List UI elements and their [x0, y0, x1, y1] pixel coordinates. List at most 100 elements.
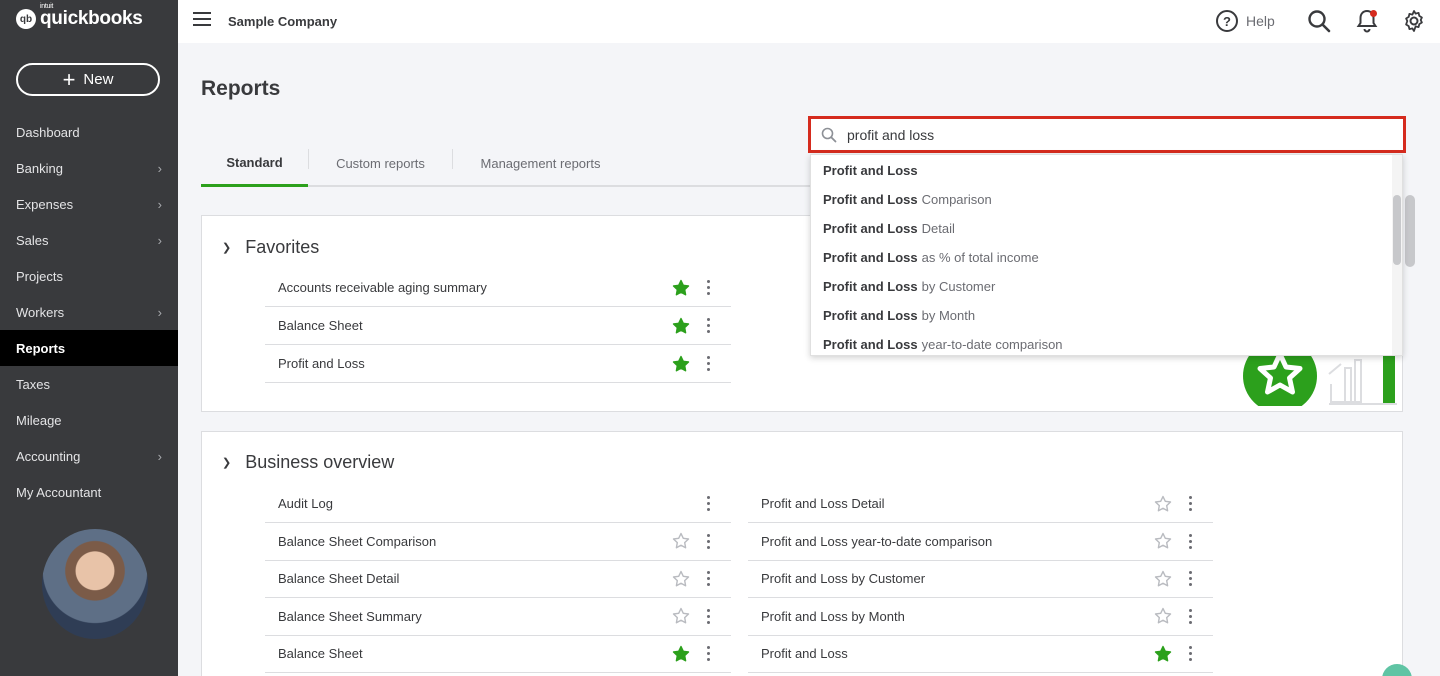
- report-link[interactable]: Balance Sheet: [265, 646, 671, 661]
- report-link[interactable]: Balance Sheet: [265, 318, 671, 333]
- tab-standard[interactable]: Standard: [201, 140, 308, 187]
- more-icon[interactable]: [701, 533, 715, 549]
- report-link[interactable]: Profit and Loss: [265, 356, 671, 371]
- search-result-suffix: by Month: [921, 308, 976, 323]
- sidebar-item-reports[interactable]: Reports: [0, 330, 178, 366]
- business-overview-header[interactable]: ❯ Business overview: [222, 452, 394, 473]
- favorites-header[interactable]: ❯ Favorites: [222, 237, 319, 258]
- report-row[interactable]: Audit Log: [265, 485, 731, 523]
- report-link[interactable]: Balance Sheet Detail: [265, 571, 671, 586]
- caret-down-icon: ❯: [222, 242, 232, 254]
- quickbooks-logo[interactable]: qb intuit quickbooks: [16, 3, 143, 30]
- more-icon[interactable]: [1183, 571, 1197, 587]
- gear-icon[interactable]: [1401, 8, 1427, 34]
- search-result-item[interactable]: Profit and Loss Detail: [811, 214, 1402, 243]
- star-icon[interactable]: [671, 644, 691, 664]
- star-icon[interactable]: [1153, 606, 1173, 626]
- sidebar-item-banking[interactable]: Banking ›: [0, 150, 178, 186]
- new-button[interactable]: + New: [16, 63, 160, 96]
- report-link[interactable]: Profit and Loss by Customer: [748, 571, 1153, 586]
- report-row[interactable]: Profit and Loss Detail: [748, 485, 1213, 523]
- tab-management-reports[interactable]: Management reports: [453, 140, 628, 187]
- report-row[interactable]: Profit and Loss year-to-date comparison: [748, 523, 1213, 561]
- search-result-suffix: Comparison: [921, 192, 992, 207]
- report-link[interactable]: Profit and Loss Detail: [748, 496, 1153, 511]
- page-scrollbar[interactable]: [1405, 195, 1415, 267]
- sidebar-item-label: Banking: [16, 160, 63, 176]
- report-row[interactable]: Profit and Loss by Customer: [748, 560, 1213, 599]
- more-icon[interactable]: [701, 280, 715, 295]
- star-icon[interactable]: [671, 316, 691, 336]
- sidebar-item-my-accountant[interactable]: My Accountant: [0, 474, 178, 510]
- report-row[interactable]: Profit and Loss: [748, 635, 1213, 674]
- more-icon[interactable]: [1183, 608, 1197, 624]
- dropdown-scrollbar[interactable]: [1392, 155, 1402, 355]
- more-icon[interactable]: [701, 571, 715, 587]
- search-result-item[interactable]: Profit and Loss: [811, 156, 1402, 185]
- report-row[interactable]: Balance Sheet Summary: [265, 598, 731, 636]
- sidebar-item-dashboard[interactable]: Dashboard: [0, 114, 178, 150]
- search-result-item[interactable]: Profit and Loss as % of total income: [811, 243, 1402, 272]
- star-icon[interactable]: [671, 606, 691, 626]
- sidebar-item-sales[interactable]: Sales ›: [0, 222, 178, 258]
- report-row[interactable]: Accounts receivable aging summary: [265, 269, 731, 307]
- search-result-item[interactable]: Profit and Loss year-to-date comparison: [811, 330, 1402, 359]
- search-result-match: Profit and Loss: [823, 192, 918, 207]
- more-icon[interactable]: [701, 496, 715, 511]
- report-row[interactable]: Balance Sheet: [265, 307, 731, 345]
- menu-icon[interactable]: [193, 12, 211, 26]
- report-link[interactable]: Balance Sheet Summary: [265, 609, 671, 624]
- report-row[interactable]: Profit and Loss: [265, 345, 731, 383]
- sidebar-item-workers[interactable]: Workers ›: [0, 294, 178, 330]
- more-icon[interactable]: [1183, 646, 1197, 662]
- sidebar-item-label: My Accountant: [16, 484, 102, 500]
- star-icon[interactable]: [671, 531, 691, 551]
- report-link[interactable]: Balance Sheet Comparison: [265, 534, 671, 549]
- more-icon[interactable]: [701, 318, 715, 333]
- report-link[interactable]: Profit and Loss year-to-date comparison: [748, 534, 1153, 549]
- report-search-box[interactable]: [808, 116, 1406, 153]
- report-row[interactable]: Balance Sheet Detail: [265, 560, 731, 599]
- report-link[interactable]: Profit and Loss by Month: [748, 609, 1153, 624]
- search-icon: [821, 127, 837, 143]
- report-link[interactable]: Accounts receivable aging summary: [265, 280, 671, 295]
- chevron-right-icon: ›: [157, 196, 162, 212]
- star-icon[interactable]: [1153, 569, 1173, 589]
- report-link[interactable]: Audit Log: [265, 496, 701, 511]
- more-icon[interactable]: [1183, 533, 1197, 549]
- search-result-match: Profit and Loss: [823, 337, 918, 352]
- help-button[interactable]: ? Help: [1216, 10, 1275, 32]
- tab-custom-reports[interactable]: Custom reports: [309, 140, 452, 187]
- report-link[interactable]: Profit and Loss: [748, 646, 1153, 661]
- more-icon[interactable]: [701, 356, 715, 371]
- star-icon[interactable]: [1153, 644, 1173, 664]
- sidebar-item-projects[interactable]: Projects: [0, 258, 178, 294]
- chevron-right-icon: ›: [157, 304, 162, 320]
- brand-prefix: intuit: [40, 3, 53, 10]
- sidebar-item-mileage[interactable]: Mileage: [0, 402, 178, 438]
- business-overview-section: ❯ Business overview Audit Log Balance She…: [201, 431, 1403, 676]
- bell-icon[interactable]: [1354, 8, 1380, 34]
- star-icon[interactable]: [671, 569, 691, 589]
- search-icon[interactable]: [1306, 8, 1332, 34]
- plus-icon: +: [62, 66, 76, 92]
- more-icon[interactable]: [1183, 496, 1197, 511]
- search-result-item[interactable]: Profit and Loss by Month: [811, 301, 1402, 330]
- star-icon[interactable]: [1153, 531, 1173, 551]
- report-search-input[interactable]: [847, 126, 1387, 143]
- search-result-item[interactable]: Profit and Loss by Customer: [811, 272, 1402, 301]
- report-row[interactable]: Balance Sheet: [265, 635, 731, 674]
- search-result-item[interactable]: Profit and Loss Comparison: [811, 185, 1402, 214]
- sidebar-item-expenses[interactable]: Expenses ›: [0, 186, 178, 222]
- sidebar-item-label: Reports: [16, 340, 66, 356]
- report-row[interactable]: Balance Sheet Comparison: [265, 523, 731, 561]
- star-icon[interactable]: [1153, 494, 1173, 514]
- sidebar-item-accounting[interactable]: Accounting ›: [0, 438, 178, 474]
- more-icon[interactable]: [701, 608, 715, 624]
- sidebar-item-taxes[interactable]: Taxes: [0, 366, 178, 402]
- star-icon[interactable]: [671, 278, 691, 298]
- sidebar-item-label: Projects: [16, 268, 63, 284]
- more-icon[interactable]: [701, 646, 715, 662]
- report-row[interactable]: Profit and Loss by Month: [748, 598, 1213, 636]
- star-icon[interactable]: [671, 354, 691, 374]
